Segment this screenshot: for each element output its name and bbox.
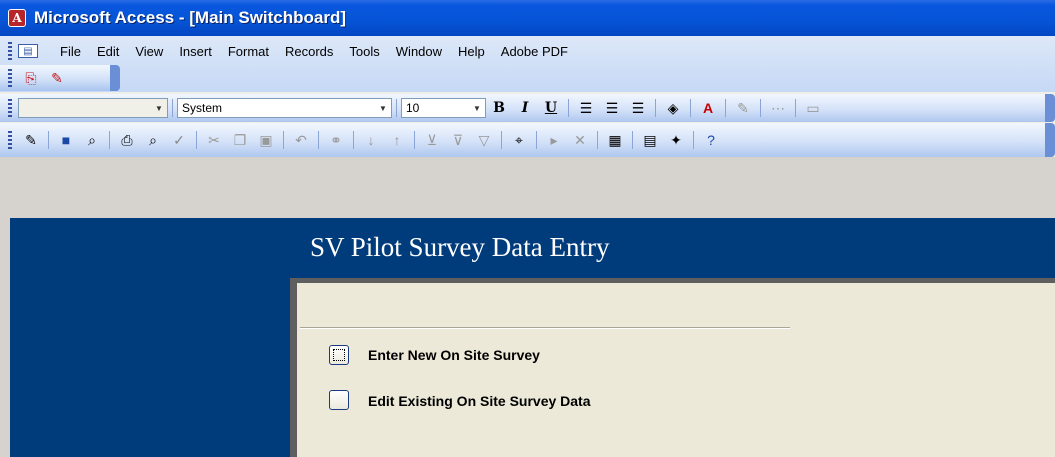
menu-help[interactable]: Help bbox=[450, 44, 493, 59]
design-view-icon[interactable]: ✎ bbox=[20, 130, 42, 150]
separator bbox=[568, 99, 569, 117]
line-width-icon[interactable]: ⋯ bbox=[767, 98, 789, 118]
toolbar-grip[interactable] bbox=[8, 69, 12, 87]
apply-filter-icon[interactable]: ▽ bbox=[473, 130, 495, 150]
fill-color-icon[interactable]: ◈ bbox=[662, 98, 684, 118]
edit-existing-survey-label: Edit Existing On Site Survey Data bbox=[368, 393, 591, 409]
new-record-icon[interactable]: ▸ bbox=[543, 130, 565, 150]
form-divider-line bbox=[300, 327, 790, 329]
menu-format[interactable]: Format bbox=[220, 44, 277, 59]
menu-grip[interactable] bbox=[8, 42, 12, 60]
chevron-down-icon: ▼ bbox=[473, 103, 481, 113]
align-right-icon[interactable]: ☰ bbox=[627, 98, 649, 118]
pdf-toolbar: ⎘ ✎ bbox=[0, 65, 120, 91]
convert-to-pdf-icon[interactable]: ⎘ bbox=[20, 68, 42, 88]
cut-icon[interactable]: ✂ bbox=[203, 130, 225, 150]
delete-record-icon[interactable]: ✕ bbox=[569, 130, 591, 150]
access-app-icon[interactable]: A bbox=[8, 9, 26, 27]
separator bbox=[795, 99, 796, 117]
toolbar-options-icon[interactable] bbox=[1045, 123, 1055, 157]
pdf-review-icon[interactable]: ✎ bbox=[46, 68, 68, 88]
formatting-toolbar: ▼ System ▼ 10 ▼ B I U ☰ ☰ ☰ ◈ A ✎ ⋯ ▭ bbox=[0, 94, 1055, 122]
menu-records[interactable]: Records bbox=[277, 44, 341, 59]
separator bbox=[536, 131, 537, 149]
standard-toolbar: ✎ ■ ⌕ ⎙ ⌕ ✓ ✂ ❐ ▣ ↶ ⚭ ↓ ↑ ⊻ ⊽ ▽ ⌖ ▸ ✕ ▦ … bbox=[0, 123, 1055, 157]
line-color-icon[interactable]: ✎ bbox=[732, 98, 754, 118]
menu-bar: ▤ File Edit View Insert Format Records T… bbox=[0, 36, 576, 66]
form-detail-section bbox=[297, 283, 1055, 457]
separator bbox=[353, 131, 354, 149]
file-search-icon[interactable]: ⌕ bbox=[81, 130, 103, 150]
sort-ascending-icon[interactable]: ↓ bbox=[360, 130, 382, 150]
separator bbox=[725, 99, 726, 117]
filter-by-form-icon[interactable]: ⊽ bbox=[447, 130, 469, 150]
command-bar-area: ▤ File Edit View Insert Format Records T… bbox=[0, 36, 1055, 92]
bold-button[interactable]: B bbox=[488, 98, 510, 118]
toolbar-grip[interactable] bbox=[8, 99, 12, 117]
edit-existing-survey-button[interactable] bbox=[329, 390, 349, 410]
separator bbox=[597, 131, 598, 149]
title-bar: A Microsoft Access - [Main Switchboard] bbox=[0, 0, 1055, 36]
help-icon[interactable]: ? bbox=[700, 130, 722, 150]
menu-edit[interactable]: Edit bbox=[89, 44, 127, 59]
underline-button[interactable]: U bbox=[540, 98, 562, 118]
menu-insert[interactable]: Insert bbox=[171, 44, 220, 59]
save-icon[interactable]: ■ bbox=[55, 130, 77, 150]
separator bbox=[414, 131, 415, 149]
separator bbox=[196, 131, 197, 149]
toolbar-options-icon[interactable] bbox=[110, 65, 120, 91]
window-title: Microsoft Access - [Main Switchboard] bbox=[34, 8, 347, 27]
separator bbox=[172, 99, 173, 117]
find-icon[interactable]: ⌖ bbox=[508, 130, 530, 150]
separator bbox=[760, 99, 761, 117]
align-left-icon[interactable]: ☰ bbox=[575, 98, 597, 118]
paste-icon[interactable]: ▣ bbox=[255, 130, 277, 150]
filter-by-selection-icon[interactable]: ⊻ bbox=[421, 130, 443, 150]
separator bbox=[632, 131, 633, 149]
menu-tools[interactable]: Tools bbox=[341, 44, 387, 59]
enter-new-survey-button[interactable] bbox=[329, 345, 349, 365]
special-effect-icon[interactable]: ▭ bbox=[802, 98, 824, 118]
separator bbox=[48, 131, 49, 149]
database-window-icon[interactable]: ▤ bbox=[639, 130, 661, 150]
font-size-combo[interactable]: 10 ▼ bbox=[401, 98, 486, 118]
menu-view[interactable]: View bbox=[127, 44, 171, 59]
print-icon[interactable]: ⎙ bbox=[116, 130, 138, 150]
separator bbox=[283, 131, 284, 149]
font-size-value: 10 bbox=[406, 101, 420, 115]
font-color-icon[interactable]: A bbox=[697, 98, 719, 118]
toolbar-options-icon[interactable] bbox=[1045, 94, 1055, 122]
properties-icon[interactable]: ▦ bbox=[604, 130, 626, 150]
menu-file[interactable]: File bbox=[52, 44, 89, 59]
object-combo[interactable]: ▼ bbox=[18, 98, 168, 118]
document-menu-icon[interactable]: ▤ bbox=[18, 44, 38, 58]
separator bbox=[109, 131, 110, 149]
new-object-icon[interactable]: ✦ bbox=[665, 130, 687, 150]
form-title: SV Pilot Survey Data Entry bbox=[310, 232, 610, 262]
print-preview-icon[interactable]: ⌕ bbox=[142, 130, 164, 150]
font-combo-value: System bbox=[182, 101, 223, 115]
menu-window[interactable]: Window bbox=[388, 44, 450, 59]
insert-hyperlink-icon[interactable]: ⚭ bbox=[325, 130, 347, 150]
separator bbox=[396, 99, 397, 117]
font-combo[interactable]: System ▼ bbox=[177, 98, 392, 118]
separator bbox=[655, 99, 656, 117]
undo-icon[interactable]: ↶ bbox=[290, 130, 312, 150]
separator bbox=[501, 131, 502, 149]
sort-descending-icon[interactable]: ↑ bbox=[386, 130, 408, 150]
separator bbox=[318, 131, 319, 149]
align-center-icon[interactable]: ☰ bbox=[601, 98, 623, 118]
spelling-icon[interactable]: ✓ bbox=[168, 130, 190, 150]
italic-button[interactable]: I bbox=[514, 98, 536, 118]
separator bbox=[690, 99, 691, 117]
chevron-down-icon: ▼ bbox=[379, 103, 387, 113]
menu-adobe-pdf[interactable]: Adobe PDF bbox=[493, 44, 576, 59]
separator bbox=[693, 131, 694, 149]
copy-icon[interactable]: ❐ bbox=[229, 130, 251, 150]
chevron-down-icon: ▼ bbox=[155, 103, 163, 113]
toolbar-grip[interactable] bbox=[8, 131, 12, 149]
enter-new-survey-label: Enter New On Site Survey bbox=[368, 347, 540, 363]
